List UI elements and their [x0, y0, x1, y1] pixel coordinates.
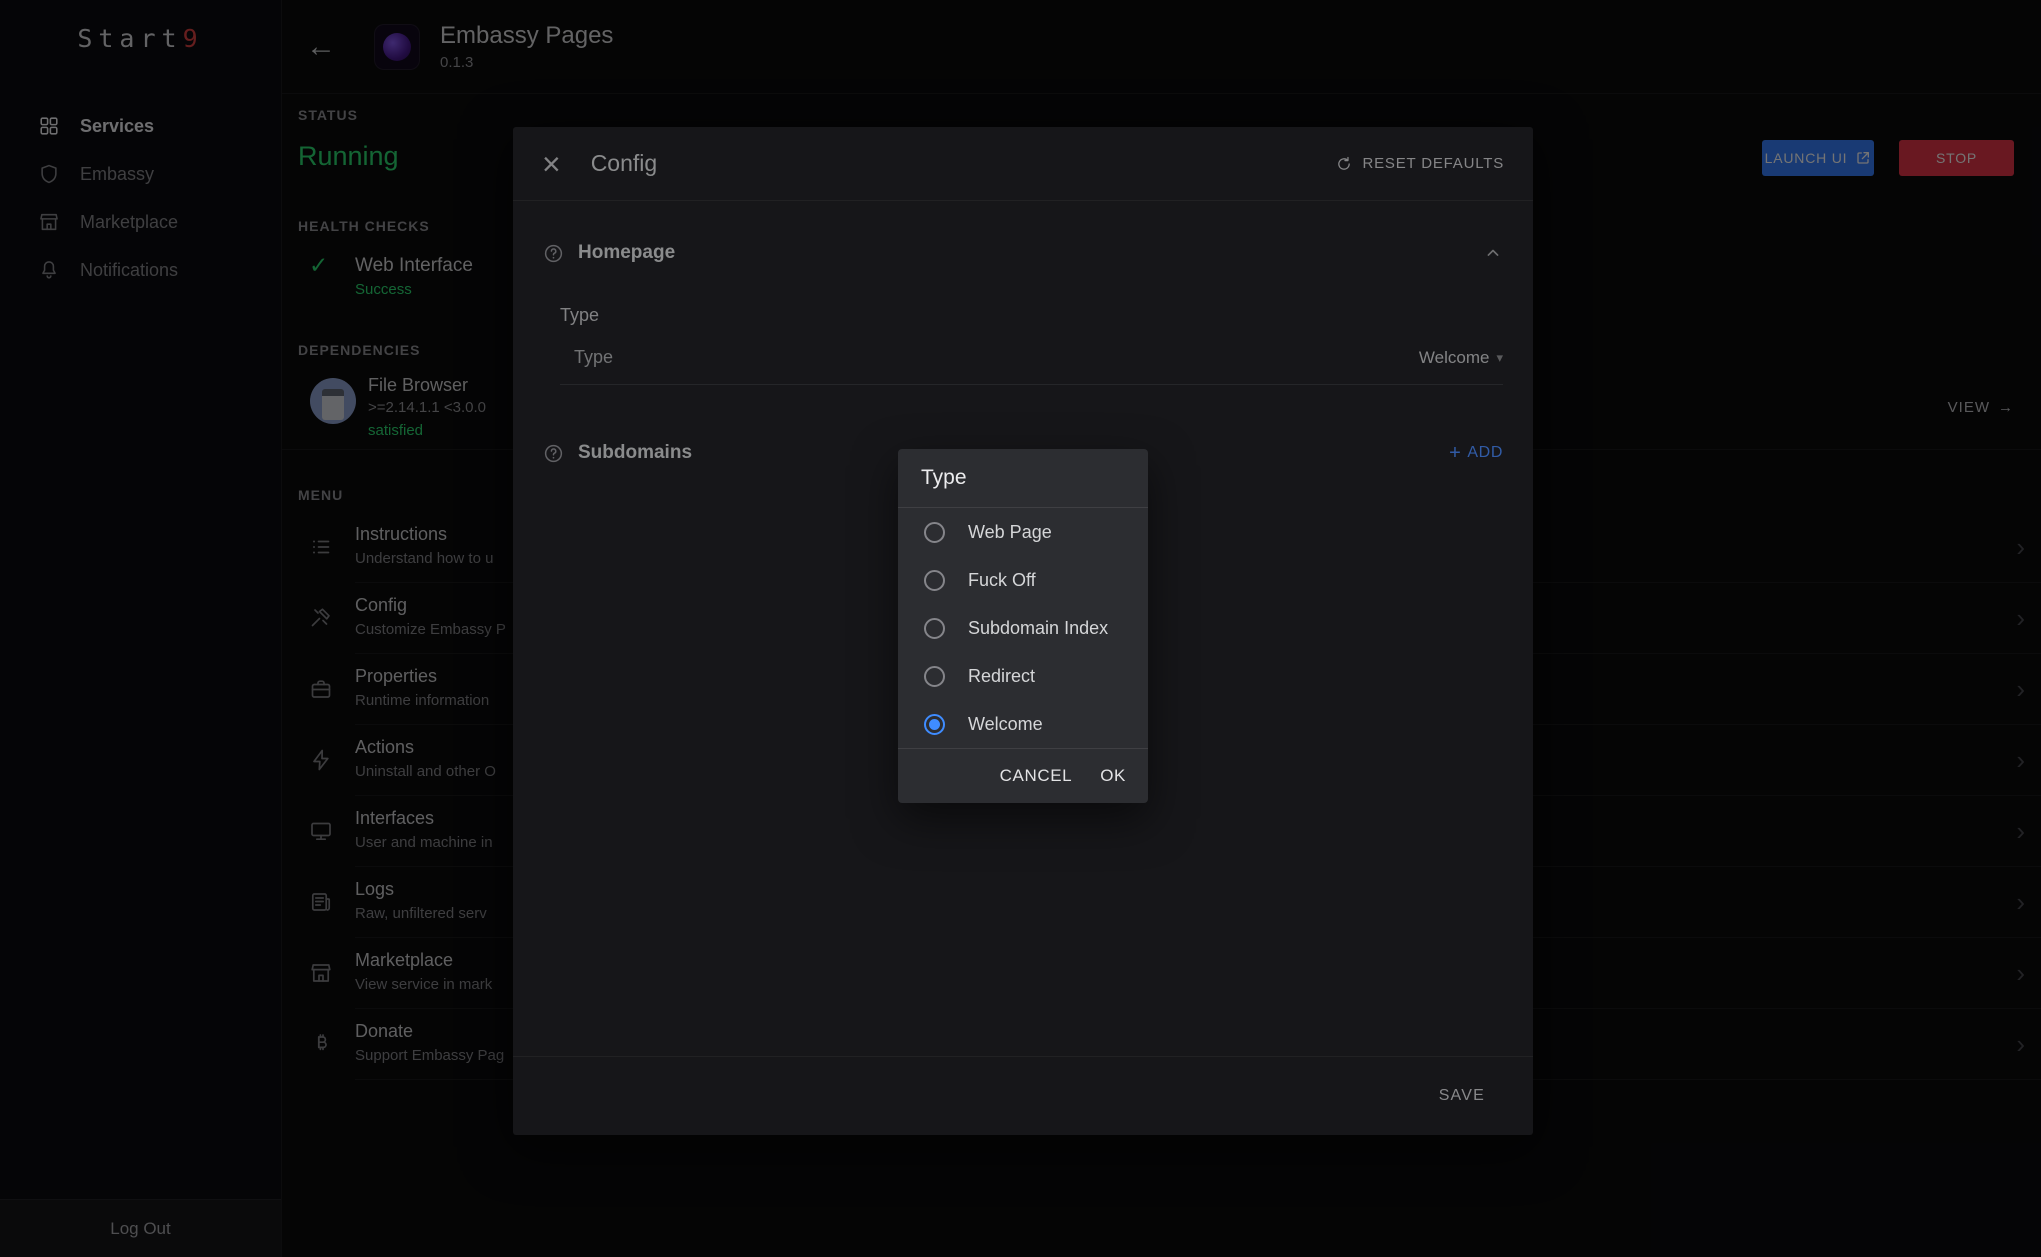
radio-option-label: Subdomain Index [968, 618, 1108, 639]
type-dialog-header: Type [898, 449, 1148, 508]
radio-icon[interactable] [924, 618, 945, 639]
radio-selected-icon[interactable] [924, 714, 945, 735]
app-window: Start9 Services Embassy Marketplace [0, 0, 2041, 1257]
radio-icon[interactable] [924, 522, 945, 543]
radio-option-welcome[interactable]: Welcome [898, 700, 1148, 748]
radio-option-label: Web Page [968, 522, 1052, 543]
cancel-button[interactable]: CANCEL [1000, 766, 1073, 786]
ok-button[interactable]: OK [1100, 766, 1126, 786]
radio-option-redirect[interactable]: Redirect [898, 652, 1148, 700]
radio-option-label: Welcome [968, 714, 1043, 735]
radio-option-subdomain-index[interactable]: Subdomain Index [898, 604, 1148, 652]
radio-icon[interactable] [924, 570, 945, 591]
type-options-list: Web Page Fuck Off Subdomain Index Redire… [898, 508, 1148, 748]
radio-option-label: Redirect [968, 666, 1035, 687]
type-dialog-title: Type [921, 466, 967, 490]
radio-option-fuck-off[interactable]: Fuck Off [898, 556, 1148, 604]
radio-option-web-page[interactable]: Web Page [898, 508, 1148, 556]
type-dialog: Type Web Page Fuck Off Subdomain Index R… [898, 449, 1148, 803]
radio-option-label: Fuck Off [968, 570, 1036, 591]
radio-icon[interactable] [924, 666, 945, 687]
type-dialog-footer: CANCEL OK [898, 748, 1148, 803]
